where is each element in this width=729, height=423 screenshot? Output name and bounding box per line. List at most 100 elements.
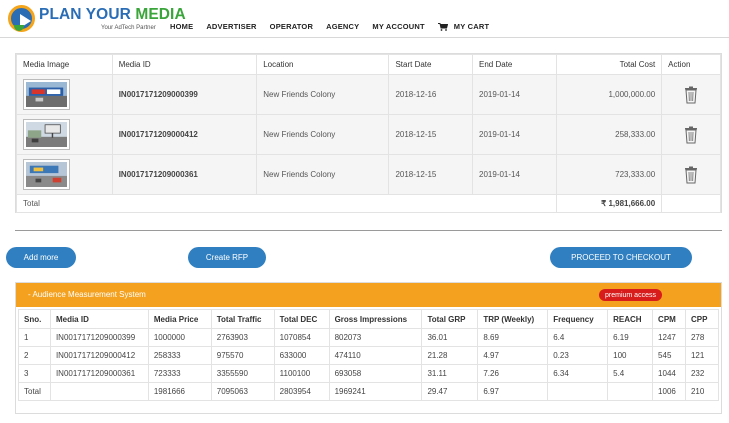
nav-agency[interactable]: AGENCY bbox=[326, 22, 359, 31]
table-cell: 21.28 bbox=[421, 346, 479, 365]
column-header-media-id: Media ID bbox=[111, 54, 258, 75]
table-cell: 1969241 bbox=[328, 382, 423, 401]
audience-table-body: 1 IN0017171209000399 1000000 2763903 1070854… bbox=[18, 328, 720, 401]
proceed-to-checkout-button[interactable]: PROCEED TO CHECKOUT bbox=[550, 247, 692, 268]
column-header-cpm: CPM bbox=[652, 309, 686, 329]
audience-table: Sno. Media ID Media Price Total Traffic … bbox=[18, 309, 720, 401]
billboard-photo-icon bbox=[26, 122, 67, 147]
trash-icon[interactable] bbox=[684, 86, 698, 104]
total-cost-cell: 723,333.00 bbox=[555, 154, 663, 195]
table-cell: 1247 bbox=[652, 328, 686, 347]
brand-tagline: Your AdTech Partner bbox=[101, 25, 156, 31]
column-header-sno: Sno. bbox=[18, 309, 51, 329]
total-cost-cell: 258,333.00 bbox=[555, 114, 663, 155]
audience-panel-header[interactable]: - Audience Measurement System premium ac… bbox=[16, 283, 721, 307]
media-id-cell: IN0017171209000361 bbox=[111, 154, 258, 195]
table-cell: 121 bbox=[684, 346, 720, 365]
table-cell: 2803954 bbox=[273, 382, 330, 401]
table-cell: 1981666 bbox=[147, 382, 212, 401]
table-cell: 1 bbox=[18, 328, 51, 347]
media-image-cell bbox=[16, 74, 113, 115]
column-header-frequency: Frequency bbox=[547, 309, 609, 329]
brand-name: PLAN YOUR MEDIA bbox=[39, 6, 186, 24]
table-cell: 3355590 bbox=[210, 364, 275, 383]
table-cell: IN0017171209000399 bbox=[49, 328, 149, 347]
section-divider bbox=[15, 230, 722, 231]
cart-total-label: Total bbox=[16, 194, 557, 213]
table-cell: 633000 bbox=[273, 346, 330, 365]
table-cell: IN0017171209000412 bbox=[49, 346, 149, 365]
table-cell: 5.4 bbox=[607, 364, 654, 383]
table-cell: 1070854 bbox=[273, 328, 330, 347]
start-date-cell: 2018-12-15 bbox=[388, 114, 474, 155]
table-cell: 1006 bbox=[652, 382, 686, 401]
nav-home[interactable]: HOME bbox=[170, 22, 193, 31]
media-image-cell bbox=[16, 154, 113, 195]
audience-total-row: Total 1981666 7095063 2803954 1969241 29.47 6.… bbox=[18, 382, 720, 401]
billboard-photo-icon bbox=[26, 82, 67, 107]
column-header-media-image: Media Image bbox=[16, 54, 113, 75]
audience-measurement-panel: - Audience Measurement System premium ac… bbox=[15, 282, 722, 414]
cart-icon bbox=[437, 22, 448, 31]
location-cell: New Friends Colony bbox=[256, 154, 390, 195]
table-row: 2 IN0017171209000412 258333 975570 633000 474… bbox=[18, 346, 720, 365]
brand-name-part2: MEDIA bbox=[135, 6, 186, 23]
table-cell: 0.23 bbox=[547, 346, 609, 365]
brand-logo[interactable]: PLAN YOUR MEDIA Your AdTech Partner bbox=[8, 5, 186, 33]
column-header-reach: REACH bbox=[607, 309, 654, 329]
audience-header-row: Sno. Media ID Media Price Total Traffic … bbox=[18, 309, 720, 329]
media-thumbnail[interactable] bbox=[23, 119, 70, 150]
cart-table-container: Media Image Media ID Location Start Date… bbox=[15, 53, 722, 213]
start-date-cell: 2018-12-16 bbox=[388, 74, 474, 115]
start-date-cell: 2018-12-15 bbox=[388, 154, 474, 195]
table-row: 1 IN0017171209000399 1000000 2763903 1070854… bbox=[18, 328, 720, 347]
table-cell bbox=[547, 382, 609, 401]
column-header-cpp: CPP bbox=[684, 309, 720, 329]
create-rfp-button[interactable]: Create RFP bbox=[188, 247, 266, 268]
table-cell: 545 bbox=[652, 346, 686, 365]
table-cell: 29.47 bbox=[421, 382, 479, 401]
audience-panel-title: - Audience Measurement System bbox=[28, 290, 146, 299]
end-date-cell: 2019-01-14 bbox=[472, 74, 557, 115]
billboard-photo-icon bbox=[26, 162, 67, 187]
table-cell: 232 bbox=[684, 364, 720, 383]
media-thumbnail[interactable] bbox=[23, 79, 70, 110]
table-cell: 7095063 bbox=[210, 382, 275, 401]
site-header: PLAN YOUR MEDIA Your AdTech Partner HOME… bbox=[0, 0, 729, 38]
premium-access-badge: premium access bbox=[599, 289, 662, 301]
table-cell: 1000000 bbox=[147, 328, 212, 347]
table-cell: 31.11 bbox=[421, 364, 479, 383]
column-header-total-dec: Total DEC bbox=[273, 309, 330, 329]
nav-my-cart[interactable]: MY CART bbox=[437, 22, 489, 31]
cart-table: Media Image Media ID Location Start Date… bbox=[16, 54, 721, 213]
nav-operator[interactable]: OPERATOR bbox=[270, 22, 313, 31]
table-cell bbox=[607, 382, 654, 401]
table-cell: 693058 bbox=[328, 364, 423, 383]
table-cell: 474110 bbox=[328, 346, 423, 365]
media-id-cell: IN0017171209000399 bbox=[111, 74, 258, 115]
trash-icon[interactable] bbox=[684, 126, 698, 144]
table-cell: 975570 bbox=[210, 346, 275, 365]
table-cell: 100 bbox=[607, 346, 654, 365]
table-cell: 210 bbox=[684, 382, 720, 401]
trash-icon[interactable] bbox=[684, 166, 698, 184]
table-row: IN0017171209000412 New Friends Colony 20… bbox=[16, 114, 721, 155]
media-thumbnail[interactable] bbox=[23, 159, 70, 190]
table-row: IN0017171209000399 New Friends Colony 20… bbox=[16, 74, 721, 115]
table-cell: 723333 bbox=[147, 364, 212, 383]
action-cell bbox=[661, 74, 721, 115]
end-date-cell: 2019-01-14 bbox=[472, 114, 557, 155]
table-cell: 1100100 bbox=[273, 364, 330, 383]
media-id-cell: IN0017171209000412 bbox=[111, 114, 258, 155]
nav-advertiser[interactable]: ADVERTISER bbox=[206, 22, 256, 31]
cart-total-empty bbox=[661, 194, 721, 213]
action-cell bbox=[661, 154, 721, 195]
table-cell: Total bbox=[18, 382, 51, 401]
nav-my-account[interactable]: MY ACCOUNT bbox=[372, 22, 424, 31]
action-cell bbox=[661, 114, 721, 155]
add-more-button[interactable]: Add more bbox=[6, 247, 76, 268]
location-cell: New Friends Colony bbox=[256, 114, 390, 155]
table-cell: 3 bbox=[18, 364, 51, 383]
table-cell: 8.69 bbox=[477, 328, 549, 347]
column-header-media-id: Media ID bbox=[49, 309, 149, 329]
